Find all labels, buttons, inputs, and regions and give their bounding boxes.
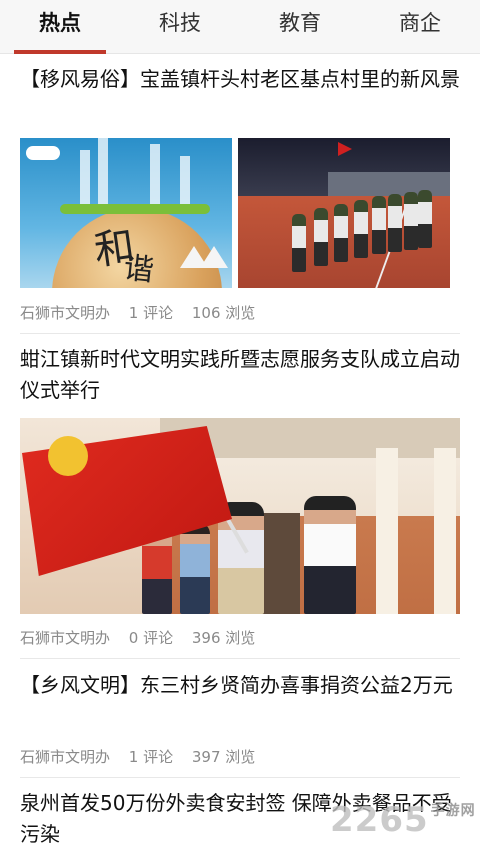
image-decoration	[314, 208, 328, 266]
image-decoration	[334, 204, 348, 262]
image-decoration	[404, 192, 418, 250]
image-decoration	[418, 190, 432, 248]
image-decoration	[180, 156, 190, 208]
article-meta: 石狮市文明办 0 评论 396 浏览	[20, 628, 269, 648]
category-tabbar: 热点 科技 教育 商企	[0, 0, 480, 54]
comment-count: 1 评论	[128, 748, 174, 766]
image-decoration	[98, 138, 108, 208]
image-decoration	[150, 144, 160, 208]
divider	[20, 658, 460, 659]
image-decoration	[376, 448, 398, 614]
article-title[interactable]: 【乡风文明】东三村乡贤简办喜事捐资公益2万元	[20, 670, 460, 701]
image-decoration	[434, 448, 456, 614]
image-decoration	[354, 200, 368, 258]
article-meta: 石狮市文明办 1 评论 106 浏览	[20, 303, 269, 323]
article-image-harmony[interactable]: 和 谐	[20, 138, 232, 288]
article-source: 石狮市文明办	[20, 629, 111, 647]
comment-count: 0 评论	[128, 629, 174, 647]
divider	[20, 777, 460, 778]
image-decoration	[200, 246, 228, 268]
emblem-icon	[48, 436, 88, 476]
image-decoration	[372, 196, 386, 254]
comment-count: 1 评论	[128, 304, 174, 322]
site-watermark: 2265 手游网	[330, 800, 476, 840]
article-title[interactable]: 【移风易俗】宝盖镇杆头村老区基点村里的新风景	[20, 64, 460, 95]
active-tab-indicator	[14, 50, 106, 54]
view-count: 397 浏览	[191, 748, 256, 766]
image-decoration	[180, 522, 210, 614]
article-image-ceremony[interactable]	[20, 418, 460, 614]
article-source: 石狮市文明办	[20, 748, 111, 766]
image-decoration	[304, 496, 356, 614]
image-calligraphy: 谐	[121, 250, 156, 288]
article-meta: 石狮市文明办 1 评论 397 浏览	[20, 747, 269, 767]
divider	[20, 333, 460, 334]
image-decoration	[80, 150, 90, 208]
tab-education[interactable]: 教育	[240, 8, 360, 38]
cloud-icon	[26, 146, 60, 160]
tab-business[interactable]: 商企	[360, 8, 480, 38]
tab-hot[interactable]: 热点	[0, 8, 120, 38]
view-count: 396 浏览	[191, 629, 256, 647]
article-image-parade[interactable]	[238, 138, 450, 288]
image-decoration	[60, 204, 210, 214]
view-count: 106 浏览	[191, 304, 256, 322]
image-decoration	[292, 214, 306, 272]
flag-icon	[338, 142, 352, 156]
article-title[interactable]: 蚶江镇新时代文明实践所暨志愿服务支队成立启动仪式举行	[20, 344, 460, 406]
tab-tech[interactable]: 科技	[120, 8, 240, 38]
article-source: 石狮市文明办	[20, 304, 111, 322]
image-decoration	[388, 194, 402, 252]
